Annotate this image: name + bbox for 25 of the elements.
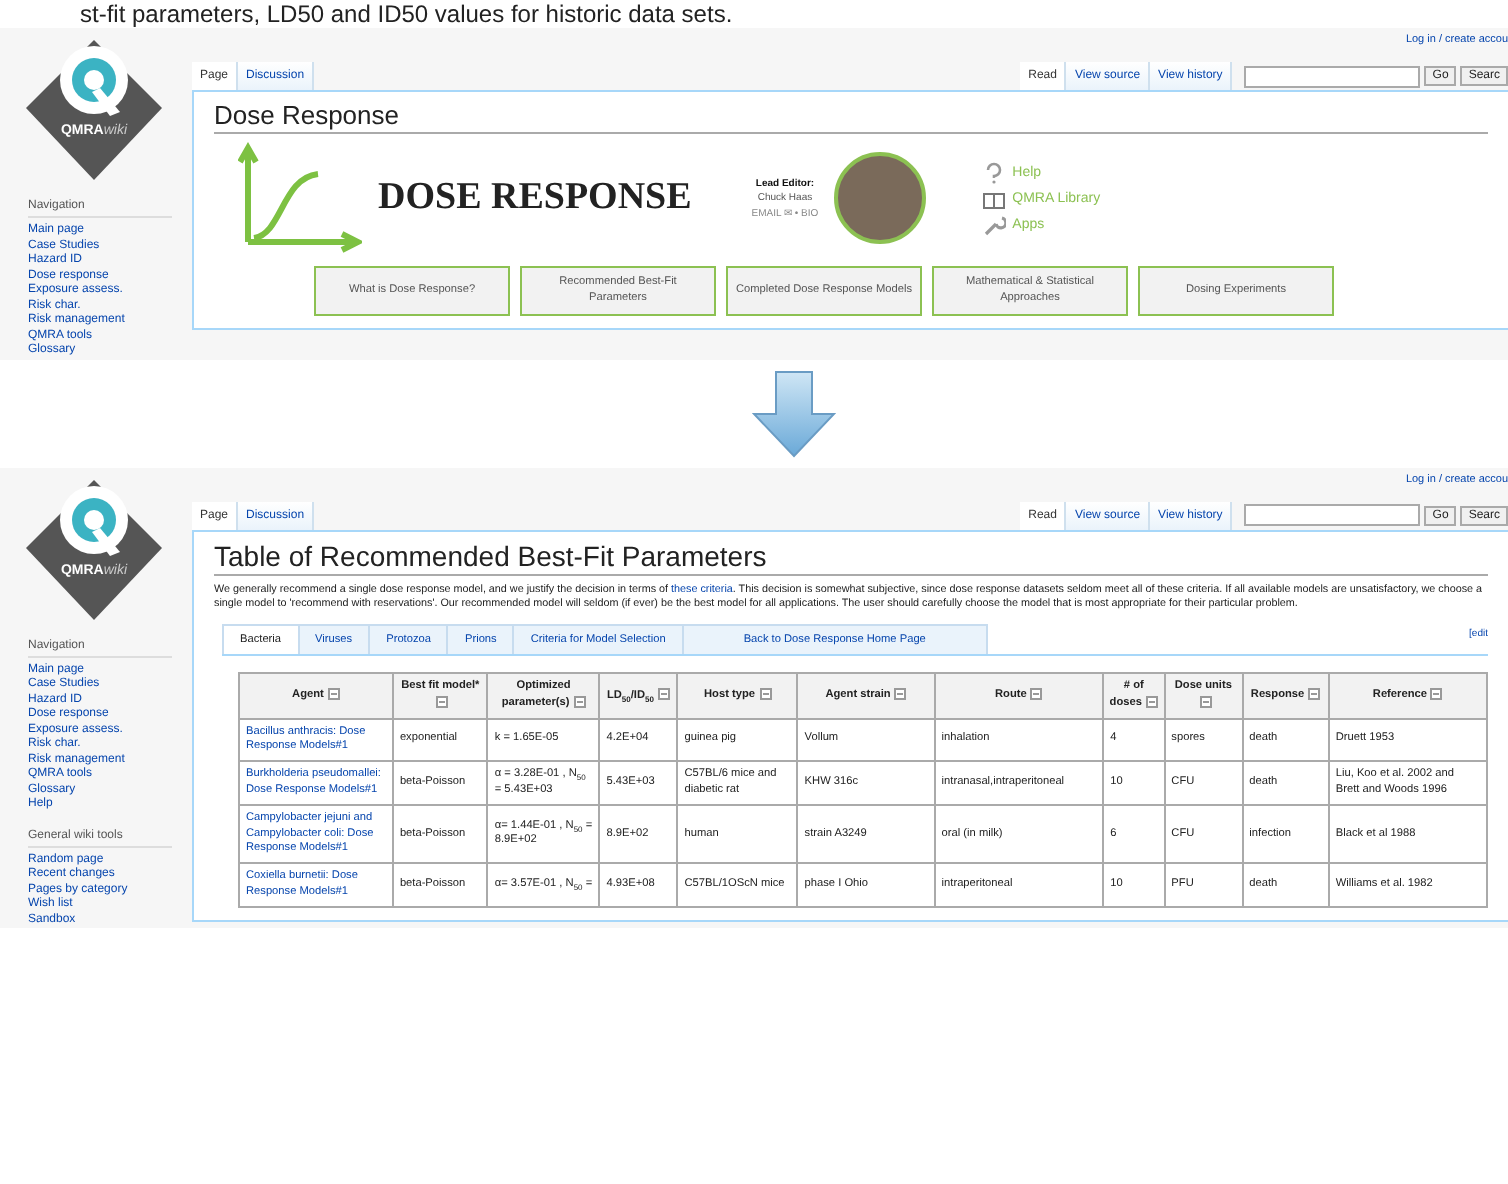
sort-icon (573, 695, 586, 708)
sort-icon (894, 688, 907, 701)
search-field[interactable] (1244, 504, 1421, 526)
sort-icon (327, 688, 340, 701)
page-title: Table of Recommended Best-Fit Parameters (214, 539, 1488, 575)
help-icon (982, 161, 1007, 183)
book-icon (982, 187, 1007, 209)
search-field[interactable] (1244, 65, 1421, 87)
sort-icon (1145, 695, 1158, 708)
sort-icon (1030, 688, 1043, 701)
logo-mark-icon (24, 475, 164, 623)
sort-icon (759, 688, 771, 701)
banner-heading: DOSE RESPONSE (378, 176, 692, 220)
sort-icon (657, 688, 670, 701)
dose-curve-icon (238, 142, 362, 254)
caption-text: st-fit parameters, LD50 and ID50 values for historic data sets. (78, 0, 733, 28)
page-title: Dose Response (214, 100, 1488, 134)
logo-mark-icon (24, 36, 164, 184)
sort-icon (436, 695, 449, 708)
sort-icon (1199, 695, 1212, 708)
sort-icon (1308, 688, 1321, 701)
wrench-icon (982, 213, 1007, 235)
down-arrow-icon (752, 369, 836, 457)
avatar-placeholder (834, 152, 927, 244)
sort-icon (1430, 688, 1443, 701)
